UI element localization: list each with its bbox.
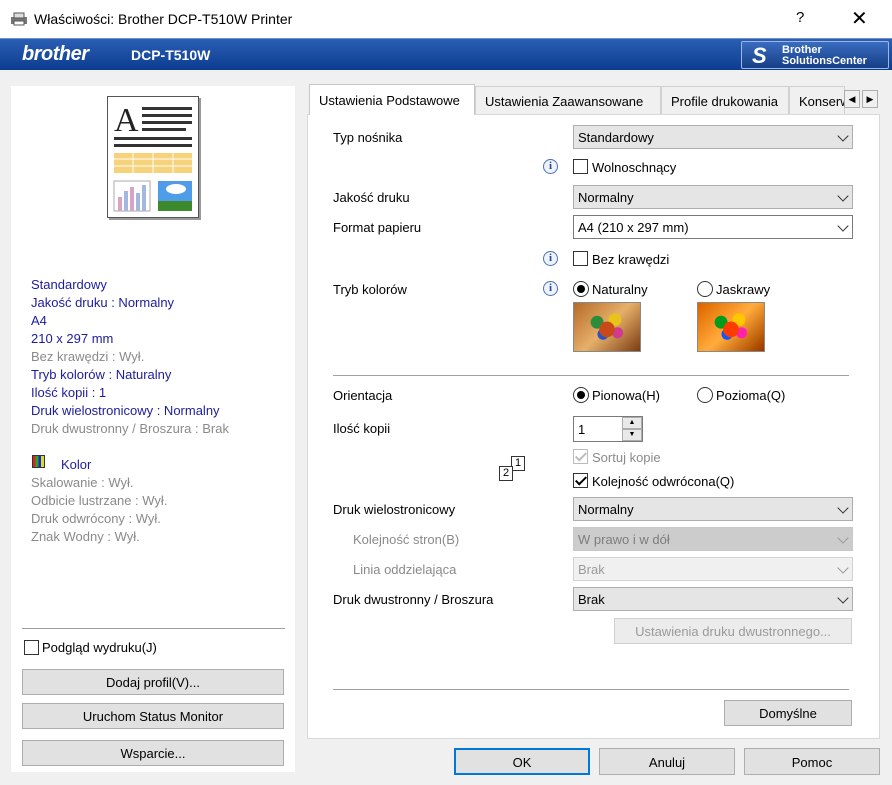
decrement-icon[interactable]: ▼ xyxy=(622,429,642,441)
svg-text:A: A xyxy=(114,102,139,139)
add-profile-button[interactable]: Dodaj profil(V)... xyxy=(22,669,284,695)
info-icon[interactable]: i xyxy=(543,159,558,174)
copies-value[interactable]: 1 xyxy=(578,422,585,437)
slow-drying-checkbox[interactable] xyxy=(573,159,588,174)
chevron-down-icon xyxy=(837,592,849,604)
model-name: DCP-T510W xyxy=(131,47,211,63)
title-bar: Właściwości: Brother DCP-T510W Printer ?… xyxy=(0,0,892,38)
color-vivid-label: Jaskrawy xyxy=(716,282,771,297)
summary-line: Odbicie lustrzane : Wył. xyxy=(31,493,168,508)
summary-line: Tryb kolorów : Naturalny xyxy=(31,367,172,382)
multiple-page-label: Druk wielostronicowy xyxy=(333,502,456,517)
collate-icon: 1 2 xyxy=(499,456,527,482)
page-preview-icon: A xyxy=(107,96,199,218)
brother-logo: brother xyxy=(22,43,89,65)
summary-line: 210 x 297 mm xyxy=(31,331,114,346)
chevron-down-icon xyxy=(837,502,849,514)
orientation-label: Orientacja xyxy=(333,388,393,403)
increment-icon[interactable]: ▲ xyxy=(622,417,642,429)
summary-line: Znak Wodny : Wył. xyxy=(31,529,140,544)
print-preview-label: Podgląd wydruku(J) xyxy=(42,640,157,655)
close-button[interactable]: ✕ xyxy=(851,6,868,31)
color-natural-radio[interactable] xyxy=(573,281,589,297)
chevron-down-icon xyxy=(837,220,849,232)
status-monitor-button[interactable]: Uruchom Status Monitor xyxy=(22,703,284,729)
cancel-button[interactable]: Anuluj xyxy=(599,748,735,775)
page-order-select[interactable]: W prawo i w dół xyxy=(573,527,853,551)
printer-icon xyxy=(11,12,27,26)
chevron-down-icon xyxy=(837,562,849,574)
solutions-center-label: Brother SolutionsCenter xyxy=(782,44,867,67)
paper-size-label: Format papieru xyxy=(333,220,422,235)
summary-line: Skalowanie : Wył. xyxy=(31,475,134,490)
summary-line: Druk wielostronicowy : Normalny xyxy=(31,403,220,418)
tab-scroll-left-icon[interactable]: ◀ xyxy=(844,90,860,108)
chevron-down-icon xyxy=(837,190,849,202)
vivid-sample-image xyxy=(697,302,765,352)
orientation-landscape-radio[interactable] xyxy=(697,387,713,403)
color-summary-label: Kolor xyxy=(61,457,92,472)
summary-line: A4 xyxy=(31,313,47,328)
copies-stepper[interactable]: 1 ▲ ▼ xyxy=(573,416,643,442)
duplex-label: Druk dwustronny / Broszura xyxy=(333,592,494,607)
summary-line: Druk odwrócony : Wył. xyxy=(31,511,161,526)
reverse-order-checkbox[interactable] xyxy=(573,473,588,488)
info-icon[interactable]: i xyxy=(543,251,558,266)
media-type-select[interactable]: Standardowy xyxy=(573,125,853,149)
default-button[interactable]: Domyślne xyxy=(724,700,852,726)
ok-button[interactable]: OK xyxy=(454,748,590,775)
border-line-select[interactable]: Brak xyxy=(573,557,853,581)
summary-line: Bez krawędzi : Wył. xyxy=(31,349,145,364)
print-quality-select[interactable]: Normalny xyxy=(573,185,853,209)
collate-label: Sortuj kopie xyxy=(592,450,661,465)
tab-maintenance[interactable]: Konserwacja xyxy=(789,86,845,114)
chevron-down-icon xyxy=(837,130,849,142)
info-icon[interactable]: i xyxy=(543,281,558,296)
reverse-order-label: Kolejność odwrócona(Q) xyxy=(592,474,735,489)
borderless-checkbox[interactable] xyxy=(573,251,588,266)
copies-label: Ilość kopii xyxy=(333,421,391,436)
divider xyxy=(333,375,849,376)
divider xyxy=(333,689,849,690)
paper-size-select[interactable]: A4 (210 x 297 mm) xyxy=(573,215,853,239)
help-button[interactable]: ? xyxy=(796,9,804,26)
solutions-center-icon: S xyxy=(752,43,767,68)
slow-drying-label: Wolnoschnący xyxy=(592,160,677,175)
summary-line: Standardowy xyxy=(31,277,107,292)
color-mode-label: Tryb kolorów xyxy=(333,282,407,297)
summary-line: Ilość kopii : 1 xyxy=(31,385,107,400)
summary-line: Jakość druku : Normalny xyxy=(31,295,175,310)
duplex-select[interactable]: Brak xyxy=(573,587,853,611)
chevron-down-icon xyxy=(837,532,849,544)
tab-scroll-right-icon[interactable]: ▶ xyxy=(862,90,878,108)
support-button[interactable]: Wsparcie... xyxy=(22,740,284,766)
divider xyxy=(22,628,285,629)
print-quality-label: Jakość druku xyxy=(333,190,410,205)
tab-advanced[interactable]: Ustawienia Zaawansowane xyxy=(475,86,661,114)
duplex-settings-button[interactable]: Ustawienia druku dwustronnego... xyxy=(614,618,852,644)
multiple-page-select[interactable]: Normalny xyxy=(573,497,853,521)
tab-print-profiles[interactable]: Profile drukowania xyxy=(661,86,789,114)
color-bars-icon xyxy=(32,455,45,468)
print-preview-checkbox[interactable] xyxy=(24,640,39,655)
color-vivid-radio[interactable] xyxy=(697,281,713,297)
media-type-label: Typ nośnika xyxy=(333,130,403,145)
borderless-label: Bez krawędzi xyxy=(592,252,670,267)
natural-sample-image xyxy=(573,302,641,352)
brother-banner: brother DCP-T510W S Brother SolutionsCent… xyxy=(0,38,892,70)
collate-checkbox[interactable] xyxy=(573,449,588,464)
border-line-label: Linia oddzielająca xyxy=(353,562,457,577)
solutions-center-button[interactable]: S Brother SolutionsCenter xyxy=(741,41,889,69)
orientation-portrait-label: Pionowa(H) xyxy=(592,388,660,403)
summary-line: Druk dwustronny / Broszura : Brak xyxy=(31,421,229,436)
page-order-label: Kolejność stron(B) xyxy=(353,532,460,547)
orientation-portrait-radio[interactable] xyxy=(573,387,589,403)
tab-basic[interactable]: Ustawienia Podstawowe xyxy=(309,84,475,115)
window-title: Właściwości: Brother DCP-T510W Printer xyxy=(34,11,293,27)
color-natural-label: Naturalny xyxy=(592,282,648,297)
help-dialog-button[interactable]: Pomoc xyxy=(744,748,880,775)
orientation-landscape-label: Pozioma(Q) xyxy=(716,388,786,403)
